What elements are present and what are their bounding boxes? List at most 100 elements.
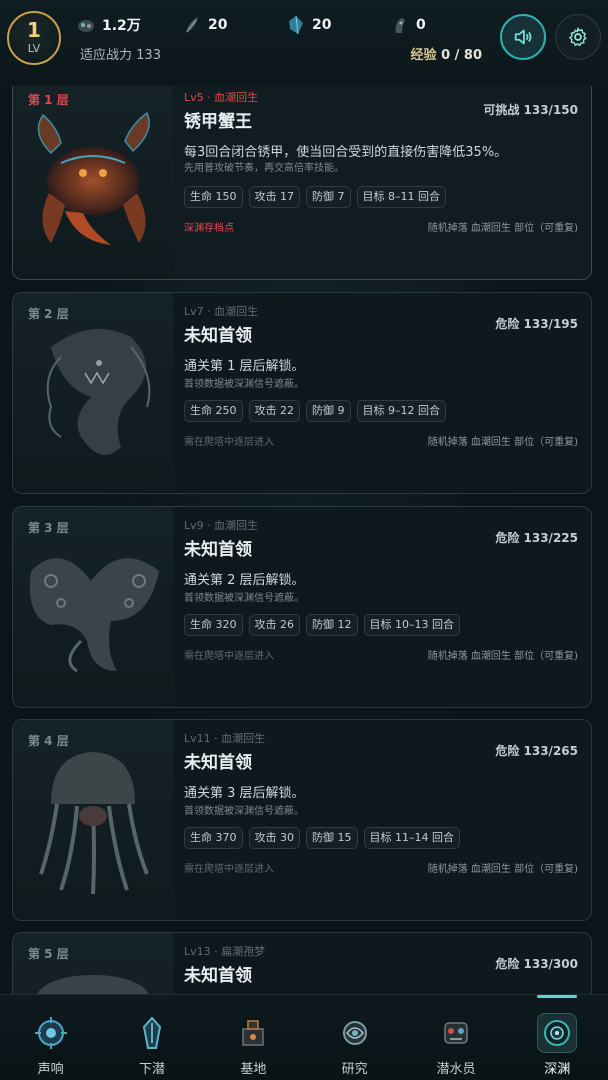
danger-status: 危险 133/195 xyxy=(495,317,578,331)
base-icon xyxy=(242,1020,265,1046)
crystal-shard-icon xyxy=(289,15,303,35)
boss-name: 未知首领 xyxy=(184,326,252,346)
danger-status: 危险 133/265 xyxy=(495,744,578,758)
stat-attack: 攻击 26 xyxy=(248,614,300,636)
abyss-icon xyxy=(544,1020,571,1046)
jellyfish-silhouette-icon xyxy=(39,752,149,895)
exp-value: 0 / 80 xyxy=(441,48,482,63)
stat-defense: 防御 12 xyxy=(306,614,358,636)
combat-power: 适应战力 133 xyxy=(80,44,161,63)
boss-portrait xyxy=(13,79,173,279)
boss-description: 每3回合闭合锈甲，使当回合受到的直接伤害降低35%。 xyxy=(184,145,508,160)
boss-portrait xyxy=(13,720,173,920)
stat-tags: 生命 250 攻击 22 防御 9 目标 9–12 回合 xyxy=(184,400,446,422)
nav-label: 声响 xyxy=(37,1062,64,1077)
resource-value: 20 xyxy=(312,17,332,33)
stat-target-rounds: 目标 11–14 回合 xyxy=(363,827,460,849)
floor-label: 第 5 层 xyxy=(28,947,69,961)
boss-name: 未知首领 xyxy=(184,753,252,773)
bottom-nav: 声响 下潜 基地 研究 潜水员 深渊 xyxy=(0,994,608,1080)
stat-tags: 生命 370 攻击 30 防御 15 目标 11–14 回合 xyxy=(184,827,460,849)
floor-list[interactable]: 第 1 层 Lv5 · 血潮回生 锈甲蟹王 可挑战 133/150 每3回合闭合… xyxy=(0,0,608,1080)
feather-icon xyxy=(186,17,198,33)
floor-label: 第 1 层 xyxy=(28,93,69,107)
sound-toggle-button[interactable] xyxy=(500,14,546,60)
floor-label: 第 4 层 xyxy=(28,734,69,748)
stat-defense: 防御 9 xyxy=(306,400,351,422)
dive-icon xyxy=(142,1016,162,1049)
nav-item-diver[interactable]: 潜水员 xyxy=(405,995,506,1080)
level-badge[interactable]: 1 LV xyxy=(7,11,61,65)
nav-label: 基地 xyxy=(240,1062,267,1077)
resource-value: 0 xyxy=(416,17,426,33)
boss-level: Lv13 · 扁潮孢梦 xyxy=(184,945,266,958)
nav-label: 下潜 xyxy=(138,1062,165,1077)
danger-status: 危险 133/225 xyxy=(495,531,578,545)
resource-feather[interactable]: 20 xyxy=(182,14,227,36)
stat-attack: 攻击 22 xyxy=(248,400,300,422)
stat-hp: 生命 250 xyxy=(184,400,243,422)
stat-hp: 生命 150 xyxy=(184,186,243,208)
nav-label: 潜水员 xyxy=(436,1062,476,1077)
floor-card-1[interactable]: 第 1 层 Lv5 · 血潮回生 锈甲蟹王 可挑战 133/150 每3回合闭合… xyxy=(12,78,592,280)
nav-item-research[interactable]: 研究 xyxy=(304,995,405,1080)
app-root: 第 1 层 Lv5 · 血潮回生 锈甲蟹王 可挑战 133/150 每3回合闭合… xyxy=(0,0,608,1080)
crab-king-icon xyxy=(37,111,150,245)
floor-label: 第 2 层 xyxy=(28,307,69,321)
stat-attack: 攻击 30 xyxy=(248,827,300,849)
settings-button[interactable] xyxy=(555,14,601,60)
resource-coral-ore[interactable]: 1.2万 xyxy=(76,14,141,36)
stat-defense: 防御 7 xyxy=(306,186,351,208)
stat-defense: 防御 15 xyxy=(306,827,358,849)
resource-value: 1.2万 xyxy=(102,18,141,34)
boss-name: 锈甲蟹王 xyxy=(184,112,252,132)
boss-name: 未知首领 xyxy=(184,966,252,986)
nav-item-abyss[interactable]: 深渊 xyxy=(507,995,608,1080)
stat-hp: 生命 370 xyxy=(184,827,243,849)
nav-item-sonar[interactable]: 声响 xyxy=(0,995,101,1080)
coral-ore-icon xyxy=(78,20,94,32)
boss-level: Lv11 · 血潮回生 xyxy=(184,732,266,745)
resource-crystal[interactable]: 20 xyxy=(286,14,331,36)
drop-info: 随机掉落 血潮回生 部位（可重复) xyxy=(427,437,578,448)
research-icon xyxy=(342,1021,367,1045)
boss-portrait xyxy=(13,507,173,707)
diver-icon xyxy=(444,1022,468,1044)
boss-level: Lv5 · 血潮回生 xyxy=(184,91,259,104)
boss-portrait xyxy=(13,293,173,493)
stat-tags: 生命 320 攻击 26 防御 12 目标 10–13 回合 xyxy=(184,614,460,636)
drop-info: 随机掉落 血潮回生 部位（可重复) xyxy=(427,864,578,875)
boss-name: 未知首领 xyxy=(184,540,252,560)
unlock-requirement: 通关第 2 层后解锁。 xyxy=(184,573,305,588)
unlock-requirement: 通关第 3 层后解锁。 xyxy=(184,786,305,801)
save-point-label: 深渊存档点 xyxy=(184,223,234,234)
nav-item-base[interactable]: 基地 xyxy=(203,995,304,1080)
entry-hint: 需在爬塔中逐层进入 xyxy=(184,437,274,448)
floor-card-4[interactable]: 第 4 层 Lv11 · 血潮回生 未知首领 危险 133/265 通关第 3 … xyxy=(12,719,592,921)
boss-level: Lv9 · 血潮回生 xyxy=(184,519,259,532)
boss-level: Lv7 · 血潮回生 xyxy=(184,305,259,318)
level-label: LV xyxy=(27,42,41,55)
floor-card-2[interactable]: 第 2 层 Lv7 · 血潮回生 未知首领 危险 133/195 通关第 1 层… xyxy=(12,292,592,494)
experience: 经验 0 / 80 xyxy=(411,44,482,63)
stat-attack: 攻击 17 xyxy=(248,186,300,208)
boss-tip: 首领数据被深渊信号遮蔽。 xyxy=(184,593,304,604)
sonar-icon xyxy=(34,1017,67,1049)
winged-leviathan-silhouette-icon xyxy=(29,558,159,673)
level-number: 1 xyxy=(27,18,41,42)
stat-hp: 生命 320 xyxy=(184,614,243,636)
fossil-icon xyxy=(395,18,405,33)
floor-card-3[interactable]: 第 3 层 Lv9 · 血潮回生 未知首领 危险 133/225 通关第 2 层… xyxy=(12,506,592,708)
resource-value: 20 xyxy=(208,17,228,33)
boss-tip: 首领数据被深渊信号遮蔽。 xyxy=(184,379,304,390)
boss-tip: 先用普攻破节奏，再交高倍率技能。 xyxy=(184,163,344,174)
danger-status: 危险 133/300 xyxy=(495,957,578,971)
active-tab-indicator xyxy=(537,995,578,998)
power-value: 133 xyxy=(136,48,161,63)
nav-label: 深渊 xyxy=(544,1062,571,1077)
resource-fossil[interactable]: 0 xyxy=(390,14,426,36)
serpent-silhouette-icon xyxy=(46,329,151,455)
stat-target-rounds: 目标 9–12 回合 xyxy=(356,400,446,422)
top-bar: 1 LV 1.2万 20 20 0 适应战力 133 经验 0 / 80 xyxy=(0,0,608,86)
nav-item-dive[interactable]: 下潜 xyxy=(101,995,202,1080)
